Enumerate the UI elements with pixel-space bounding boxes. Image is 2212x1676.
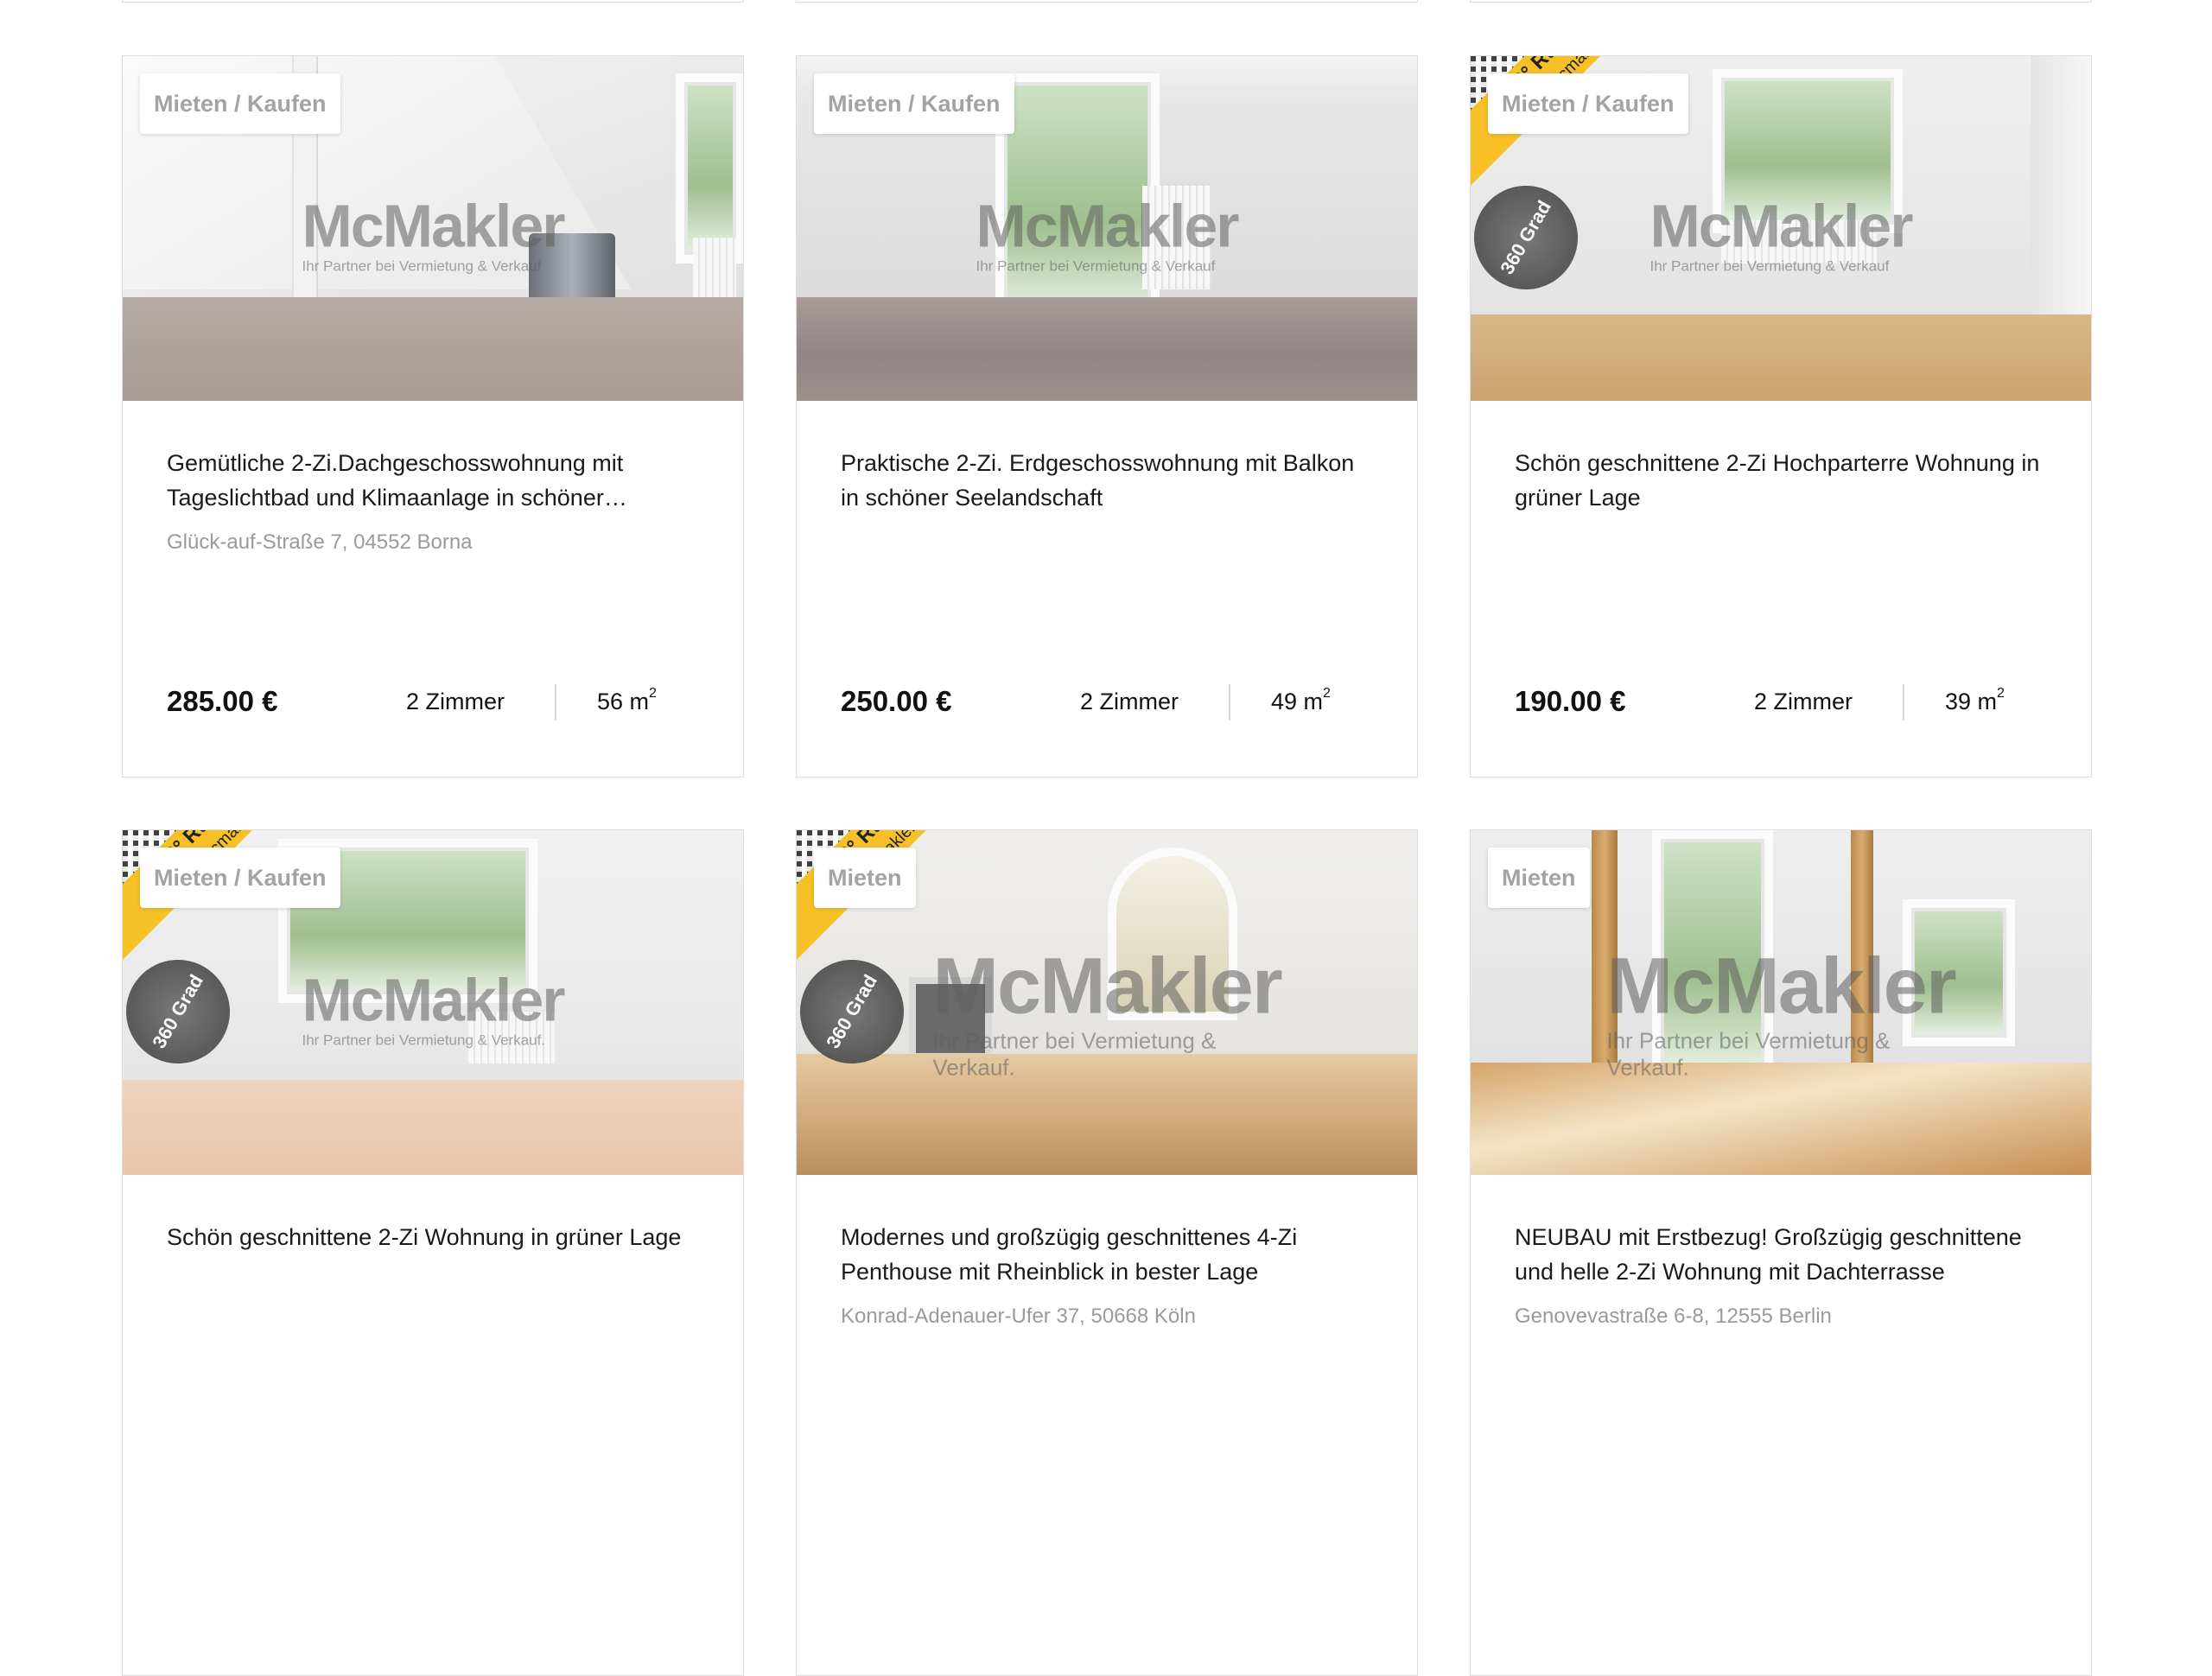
listing-title[interactable]: Modernes und großzügig geschnittenes 4-Z… xyxy=(841,1220,1373,1289)
listing-photo[interactable]: McMakler Ihr Partner bei Vermietung & Ve… xyxy=(1471,830,2091,1175)
listing-info: NEUBAU mit Erstbezug! Großzügig geschnit… xyxy=(1515,1220,2047,1330)
listing-address: Konrad-Adenauer-Ufer 37, 50668 Köln xyxy=(841,1305,1196,1328)
listing-photo[interactable]: McMakler Ihr Partner bei Vermietung & Ve… xyxy=(797,56,1417,401)
card-edge xyxy=(796,0,1418,3)
listing-type-badge[interactable]: Mieten xyxy=(814,848,916,908)
listing-card[interactable]: McMakler Ihr Partner bei Vermietung & Ve… xyxy=(1470,829,2092,1676)
listing-address: Glück-auf-Straße 7, 04552 Borna xyxy=(167,530,473,554)
listing-type-badge[interactable]: Mieten / Kaufen xyxy=(1488,73,1688,134)
listing-card[interactable]: McMakler Ihr Partner bei Vermietung & Ve… xyxy=(122,55,744,778)
listing-area: 56 m2 xyxy=(597,686,657,715)
listing-rooms: 2 Zimmer xyxy=(406,689,505,714)
listing-type-badge[interactable]: Mieten / Kaufen xyxy=(140,73,340,134)
stats-divider xyxy=(555,684,556,721)
listing-area: 39 m2 xyxy=(1945,686,2005,715)
listing-card[interactable]: 360° Rundgang unter 3d.mcmakler.de/Y6m3K… xyxy=(796,829,1418,1676)
listing-title[interactable]: Praktische 2-Zi. Erdgeschosswohnung mit … xyxy=(841,446,1373,515)
listing-info: Schön geschnittene 2-Zi Hochparterre Woh… xyxy=(1515,446,2047,529)
listing-rooms: 2 Zimmer xyxy=(1080,689,1179,714)
listing-stats: 190.00 € 2 Zimmer 39 m2 xyxy=(1515,684,2047,721)
card-edge xyxy=(1470,0,2092,3)
listing-stats: 285.00 € 2 Zimmer 56 m2 xyxy=(167,684,699,721)
listing-address: Genovevastraße 6-8, 12555 Berlin xyxy=(1515,1305,1832,1328)
stats-divider xyxy=(1229,684,1230,721)
listing-grid: McMakler Ihr Partner bei Vermietung & Ve… xyxy=(122,55,2092,1676)
listing-photo[interactable]: 360° Rundgang unter 3d.mcmakler.de/…m4 3… xyxy=(123,830,743,1175)
listing-type-badge[interactable]: Mieten xyxy=(1488,848,1590,908)
listing-area: 49 m2 xyxy=(1271,686,1331,715)
listing-title[interactable]: Gemütliche 2-Zi.Dachgeschosswohnung mit … xyxy=(167,446,699,515)
listing-info: Modernes und großzügig geschnittenes 4-Z… xyxy=(841,1220,1373,1330)
listing-photo[interactable]: 360° Rundgang unter 3d.mcmakler.de/Y6m3K… xyxy=(797,830,1417,1175)
listing-info: Praktische 2-Zi. Erdgeschosswohnung mit … xyxy=(841,446,1373,529)
listing-info: Schön geschnittene 2-Zi Wohnung in grüne… xyxy=(167,1220,699,1268)
listing-title[interactable]: Schön geschnittene 2-Zi Hochparterre Woh… xyxy=(1515,446,2047,515)
card-edge xyxy=(122,0,744,3)
listing-title[interactable]: Schön geschnittene 2-Zi Wohnung in grüne… xyxy=(167,1220,699,1254)
listing-price: 190.00 € xyxy=(1515,685,1626,717)
listing-price: 285.00 € xyxy=(167,685,278,717)
listing-price: 250.00 € xyxy=(841,685,952,717)
listing-type-badge[interactable]: Mieten / Kaufen xyxy=(140,848,340,908)
listing-stats: 250.00 € 2 Zimmer 49 m2 xyxy=(841,684,1373,721)
listing-type-badge[interactable]: Mieten / Kaufen xyxy=(814,73,1014,134)
listing-rooms: 2 Zimmer xyxy=(1754,689,1853,714)
stats-divider xyxy=(1903,684,1904,721)
listing-card[interactable]: 360° Rundgang unter 3d.mcmakler.de/…m4 3… xyxy=(122,829,744,1676)
previous-row-card-edges xyxy=(0,0,2212,3)
listing-card[interactable]: 360° Rundgang unter 3d.mcmakler.de/…m9 3… xyxy=(1470,55,2092,778)
listing-card[interactable]: McMakler Ihr Partner bei Vermietung & Ve… xyxy=(796,55,1418,778)
listing-photo[interactable]: McMakler Ihr Partner bei Vermietung & Ve… xyxy=(123,56,743,401)
listing-title[interactable]: NEUBAU mit Erstbezug! Großzügig geschnit… xyxy=(1515,1220,2047,1289)
listing-photo[interactable]: 360° Rundgang unter 3d.mcmakler.de/…m9 3… xyxy=(1471,56,2091,401)
listing-info: Gemütliche 2-Zi.Dachgeschosswohnung mit … xyxy=(167,446,699,556)
